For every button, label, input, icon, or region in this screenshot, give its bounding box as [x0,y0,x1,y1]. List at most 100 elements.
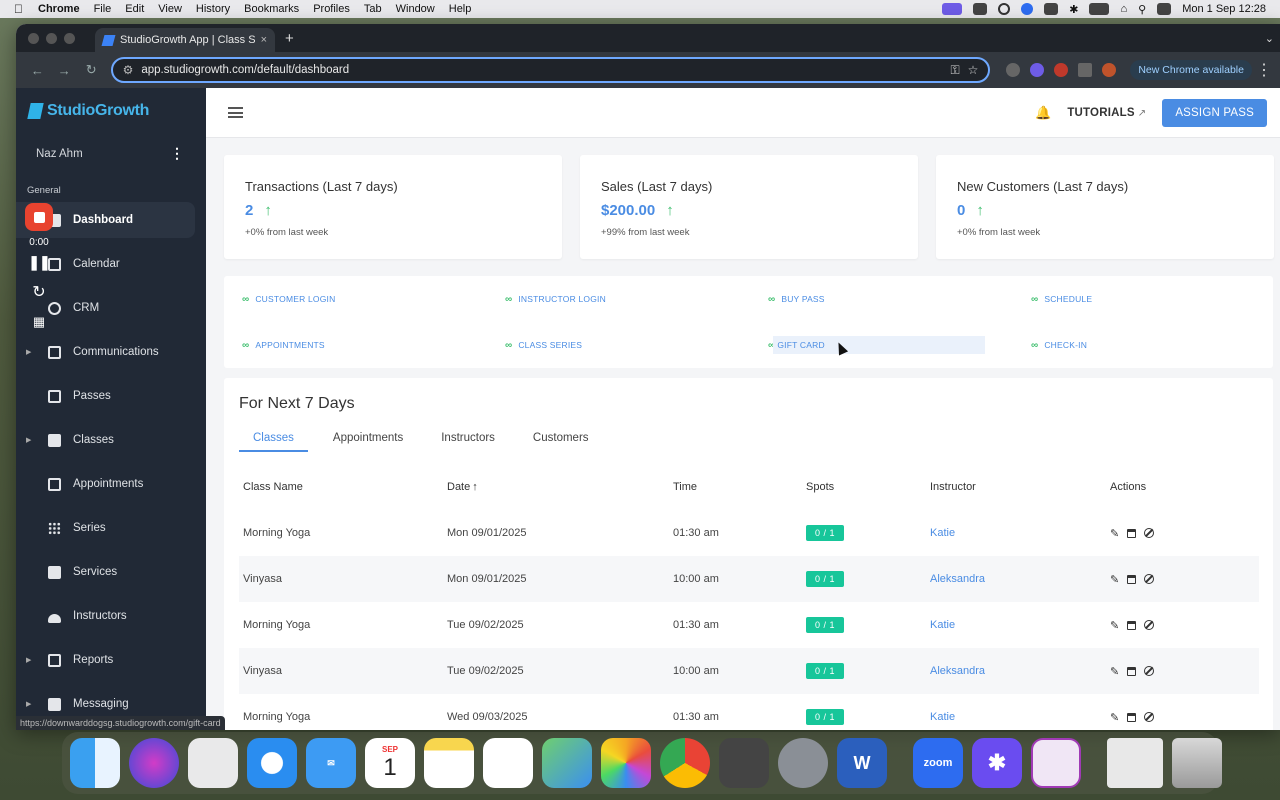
menu-file[interactable]: File [94,3,112,15]
menu-edit[interactable]: Edit [125,3,144,15]
close-window-icon[interactable] [28,32,39,44]
pencil-icon[interactable]: ✎ [1110,573,1119,586]
close-tab-icon[interactable]: × [261,34,267,46]
forward-icon[interactable]: → [51,63,78,78]
site-info-icon[interactable]: ⚙ [123,63,134,77]
screen-recorder-app-icon[interactable] [1031,738,1081,788]
menu-help[interactable]: Help [449,3,472,15]
extension-icon[interactable] [1006,63,1021,77]
link-instructor-login[interactable]: ∞ INSTRUCTOR LOGIN [505,276,768,322]
menu-history[interactable]: History [196,3,230,15]
bluetooth-icon[interactable]: ✱ [1069,3,1078,16]
user-menu-icon[interactable]: ⋮ [170,145,184,162]
pencil-icon[interactable]: ✎ [1110,619,1119,632]
calendar-icon[interactable] [1127,712,1137,722]
photos-icon[interactable] [601,738,651,788]
instructor-link[interactable]: Katie [930,711,955,723]
expand-caret-icon[interactable]: ▶ [26,348,31,356]
chrome-icon[interactable] [660,738,710,788]
table-row[interactable]: Vinyasa Mon 09/01/2025 10:00 am 0 / 1 Aleksa… [239,556,1259,602]
sidebar-item-instructors[interactable]: Instructors [16,598,195,634]
tab-instructors[interactable]: Instructors [428,432,508,452]
calendar-app-icon[interactable]: SEP 1 [365,738,415,788]
col-instructor[interactable]: Instructor [926,464,1106,510]
instructor-link[interactable]: Aleksandra [930,573,985,585]
menu-tab[interactable]: Tab [364,3,382,15]
finder-icon[interactable] [70,738,120,788]
link-customer-login[interactable]: ∞ CUSTOMER LOGIN [242,276,505,322]
profile-avatar[interactable] [1102,63,1117,77]
stop-recording-button[interactable] [25,203,53,231]
sort-ascending-icon[interactable]: ↑ [472,481,478,493]
link-appointments[interactable]: ∞ APPOINTMENTS [242,322,505,368]
tab-search-icon[interactable]: ⌄ [1265,32,1274,45]
instructor-link[interactable]: Katie [930,619,955,631]
reminders-icon[interactable] [483,738,533,788]
instructor-link[interactable]: Aleksandra [930,665,985,677]
sidebar-item-series[interactable]: Series [16,510,195,546]
col-spots[interactable]: Spots [802,464,926,510]
maps-icon[interactable] [542,738,592,788]
puzzle-icon[interactable] [1078,63,1093,77]
link-class-series[interactable]: ∞ CLASS SERIES [505,322,768,368]
launchpad-icon[interactable] [188,738,238,788]
recent-window-icon[interactable] [1107,738,1163,788]
link-check-in[interactable]: ∞ CHECK-IN [1031,322,1280,368]
col-class-name[interactable]: Class Name [239,464,443,510]
extension-icon[interactable] [1054,63,1069,77]
wifi-icon[interactable]: ⌂ [1120,3,1127,15]
restart-icon[interactable]: ↻ [32,282,45,302]
safari-icon[interactable] [247,738,297,788]
table-row[interactable]: Morning Yoga Mon 09/01/2025 01:30 am 0 / 1 K… [239,510,1259,556]
browser-tab[interactable]: StudioGrowth App | Class Sc × [95,28,275,52]
expand-caret-icon[interactable]: ▶ [26,700,31,708]
tutorials-link[interactable]: TUTORIALS ↗ [1067,107,1146,119]
expand-caret-icon[interactable]: ▶ [26,436,31,444]
sidebar-item-reports[interactable]: ▶ Reports [16,642,195,678]
zoom-icon[interactable]: zoom [913,738,963,788]
new-tab-icon[interactable]: + [285,30,294,47]
maximize-window-icon[interactable] [64,32,75,44]
pencil-icon[interactable]: ✎ [1110,527,1119,540]
cancel-icon[interactable] [1144,712,1155,722]
menu-window[interactable]: Window [396,3,435,15]
calendar-icon[interactable] [1127,666,1137,676]
tab-customers[interactable]: Customers [520,432,602,452]
battery-icon[interactable] [1089,3,1110,15]
apple-icon[interactable]:  [14,2,28,16]
gear-status-icon[interactable] [973,3,988,15]
zoom-status-icon[interactable] [1021,3,1034,15]
record-status-icon[interactable] [998,3,1011,15]
mail-icon[interactable]: ✉ [306,738,356,788]
pencil-icon[interactable]: ✎ [1110,711,1119,724]
calendar-icon[interactable] [1127,620,1137,630]
link-schedule[interactable]: ∞ SCHEDULE [1031,276,1280,322]
table-row[interactable]: Morning Yoga Wed 09/03/2025 01:30 am 0 / 1 K… [239,694,1259,730]
pencil-icon[interactable]: ✎ [1110,665,1119,678]
col-date[interactable]: Date ↑ [443,464,669,510]
address-bar[interactable]: ⚙ app.studiogrowth.com/default/dashboard… [110,57,991,83]
sidebar-item-passes[interactable]: Passes [16,378,195,414]
system-settings-icon[interactable] [778,738,828,788]
menu-app-name[interactable]: Chrome [38,3,80,15]
tab-appointments[interactable]: Appointments [320,432,416,452]
password-key-icon[interactable]: ⚿ [950,63,959,78]
link-buy-pass[interactable]: ∞ BUY PASS [768,276,1031,322]
sidebar-item-classes[interactable]: ▶ Classes [16,422,195,458]
cancel-icon[interactable] [1144,620,1155,630]
menubar-datetime[interactable]: Mon 1 Sep 12:28 [1182,3,1266,15]
notes-icon[interactable] [424,738,474,788]
link-gift-card[interactable]: ∞ GIFT CARD [768,322,1031,368]
trash-icon[interactable]: ▦ [33,314,45,330]
reload-icon[interactable]: ↻ [78,62,105,78]
col-time[interactable]: Time [669,464,802,510]
pause-icon[interactable]: ❚❚ [28,254,50,271]
new-chrome-available-button[interactable]: New Chrome available [1130,60,1252,80]
tab-classes[interactable]: Classes [239,432,308,452]
bookmark-star-icon[interactable]: ☆ [968,63,979,77]
calendar-icon[interactable] [1127,574,1137,584]
assign-pass-button[interactable]: ASSIGN PASS [1162,98,1267,127]
sidebar-item-services[interactable]: Services [16,554,195,590]
word-icon[interactable]: W [837,738,887,788]
sidebar-item-appointments[interactable]: Appointments [16,466,195,502]
